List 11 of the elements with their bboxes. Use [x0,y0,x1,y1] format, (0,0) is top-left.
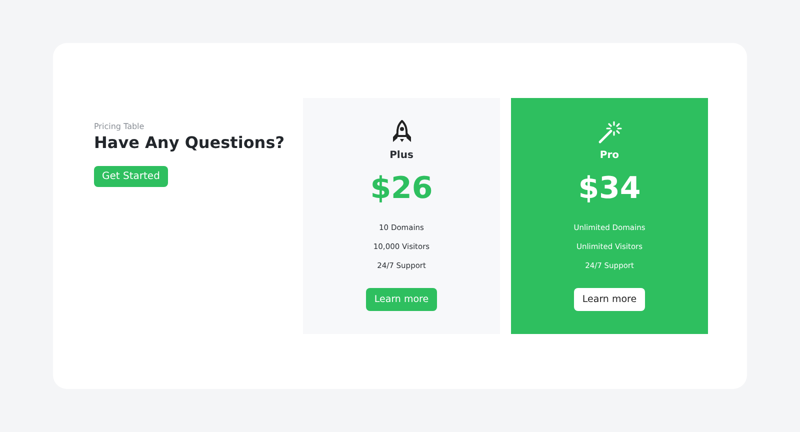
plan-name: Pro [600,150,620,161]
plan-name: Plus [390,150,414,161]
learn-more-button[interactable]: Learn more [574,288,645,311]
learn-more-button[interactable]: Learn more [366,288,437,311]
rocket-icon [392,120,412,144]
magic-wand-icon [598,120,622,144]
plan-price: $34 [578,171,641,206]
get-started-button[interactable]: Get Started [94,166,168,187]
section-title: Have Any Questions? [94,133,284,152]
plan-price: $26 [370,171,433,206]
eyebrow-label: Pricing Table [94,122,144,131]
